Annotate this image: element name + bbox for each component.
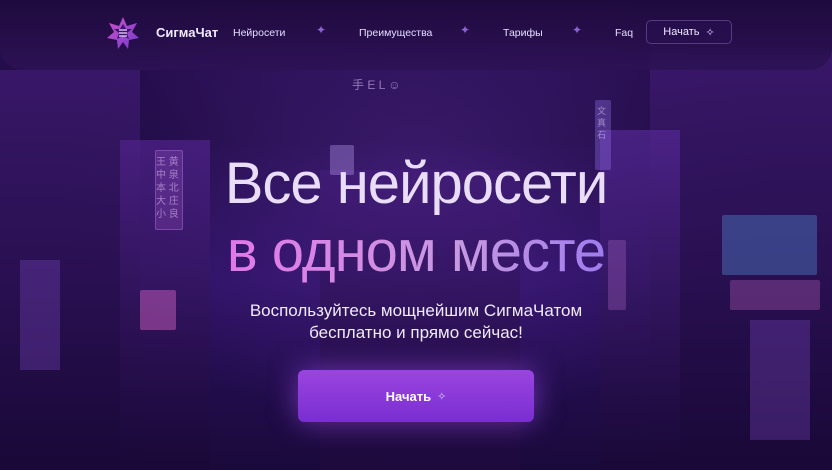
hero-subtitle-line1: Воспользуйтесь мощнейшим СигмаЧатом <box>249 301 583 320</box>
nav-link-neural-networks[interactable]: Нейросети <box>233 27 285 39</box>
hero-title-line2: в одном месте <box>0 218 832 285</box>
nav-link-faq[interactable]: Faq <box>615 27 633 39</box>
nav-separator-icon: ✦ <box>460 23 471 37</box>
header-start-label: Начать <box>663 26 700 38</box>
sigma-star-logo-icon[interactable] <box>106 16 140 50</box>
nav-separator-icon: ✦ <box>316 23 327 37</box>
nav-link-advantages[interactable]: Преимущества <box>359 27 432 39</box>
sparkle-icon: ✧ <box>437 390 447 403</box>
site-header: СигмаЧат Нейросети ✦ Преимущества ✦ Тари… <box>0 0 832 66</box>
background-sign-right: 文 真 石 <box>597 106 607 140</box>
hero-start-label: Начать <box>385 388 432 404</box>
background-sign-top: 手 E L ☺ <box>352 78 401 92</box>
sparkle-icon: ✧ <box>705 26 715 39</box>
hero-title-line1: Все нейросети <box>224 151 609 216</box>
hero-subtitle-line2: бесплатно и прямо сейчас! <box>309 323 523 342</box>
nav-separator-icon: ✦ <box>572 23 583 37</box>
hero-start-button[interactable]: Начать ✧ <box>298 370 534 422</box>
brand-name[interactable]: СигмаЧат <box>156 25 218 40</box>
nav-link-pricing[interactable]: Тарифы <box>503 27 543 39</box>
header-start-button[interactable]: Начать ✧ <box>646 20 732 44</box>
